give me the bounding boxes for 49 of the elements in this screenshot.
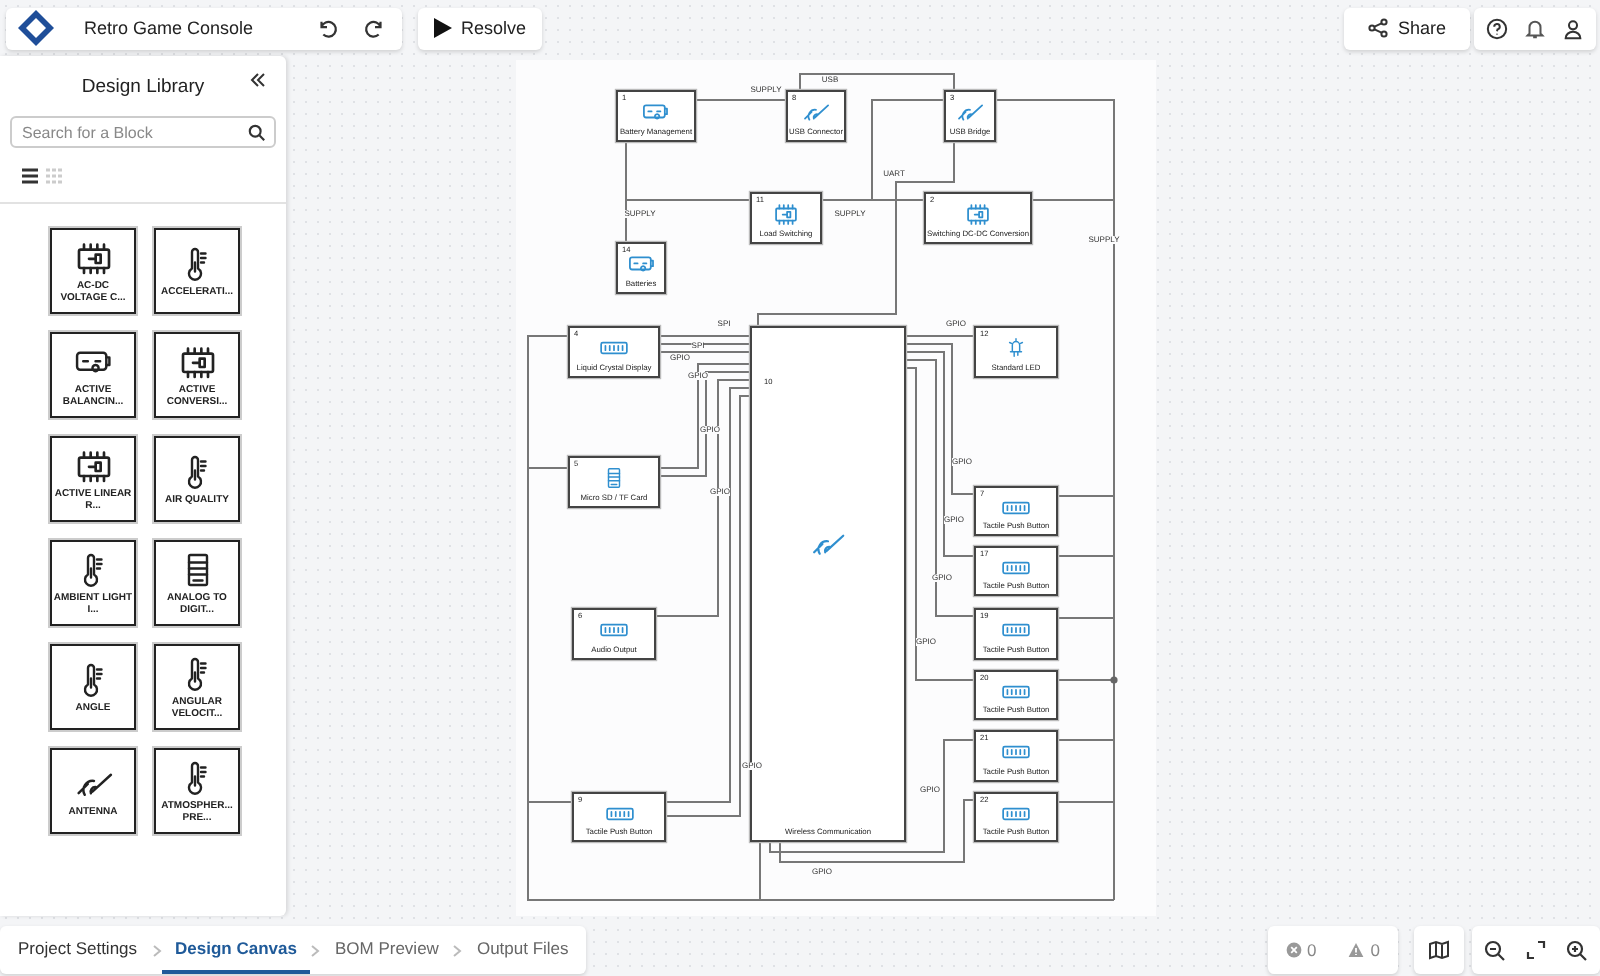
share-icon — [1367, 18, 1388, 38]
search-field[interactable]: Search for a Block — [10, 116, 276, 148]
step-tab[interactable]: Output Files — [462, 926, 583, 974]
undo-icon — [315, 17, 338, 39]
warning-icon — [1348, 942, 1365, 958]
zoom-in-icon — [1566, 939, 1588, 961]
chip-icon — [73, 239, 113, 275]
library-title: Design Library — [81, 75, 205, 97]
chip-icon — [963, 203, 993, 226]
expand-icon — [1526, 940, 1546, 960]
junction-dot — [1110, 676, 1118, 684]
display-icon — [1001, 496, 1031, 519]
warnings-button[interactable]: 0 — [1342, 926, 1386, 974]
zoom-out-icon — [1484, 939, 1506, 961]
chevron-icon — [151, 943, 162, 957]
antenna-icon — [955, 101, 985, 124]
resolve-button[interactable]: Resolve — [417, 7, 543, 49]
display-icon — [599, 619, 629, 642]
step-tab[interactable]: BOM Preview — [320, 926, 453, 974]
chip-icon — [771, 203, 801, 226]
list-view-icon[interactable] — [20, 166, 40, 186]
map-icon — [1428, 940, 1450, 960]
display-icon — [599, 337, 629, 360]
errors-button[interactable]: 0 — [1279, 926, 1323, 974]
battery-icon — [626, 253, 656, 276]
display-icon — [1001, 680, 1031, 703]
bell-icon — [1524, 17, 1546, 39]
display-icon — [1001, 741, 1031, 764]
chevron-icon — [310, 943, 321, 957]
chevron-icon — [452, 943, 463, 957]
display-icon — [604, 802, 634, 825]
chip-icon — [177, 343, 217, 379]
display-icon — [1001, 619, 1031, 642]
chip-icon — [73, 447, 113, 483]
antenna-icon — [810, 529, 846, 558]
help-icon — [1486, 17, 1508, 39]
search-icon — [248, 123, 266, 141]
redo-icon — [363, 17, 386, 39]
display-icon — [1001, 802, 1031, 825]
battery-icon — [641, 101, 671, 124]
step-tab[interactable]: Project Settings — [4, 926, 152, 974]
share-button[interactable]: Share — [1343, 7, 1470, 49]
error-icon — [1285, 942, 1302, 958]
antenna-icon — [801, 101, 831, 124]
project-title: Retro Game Console — [84, 18, 254, 38]
display-icon — [1001, 556, 1031, 579]
step-tab[interactable]: Design Canvas — [161, 926, 311, 974]
play-icon — [433, 18, 452, 38]
user-icon — [1562, 17, 1584, 39]
